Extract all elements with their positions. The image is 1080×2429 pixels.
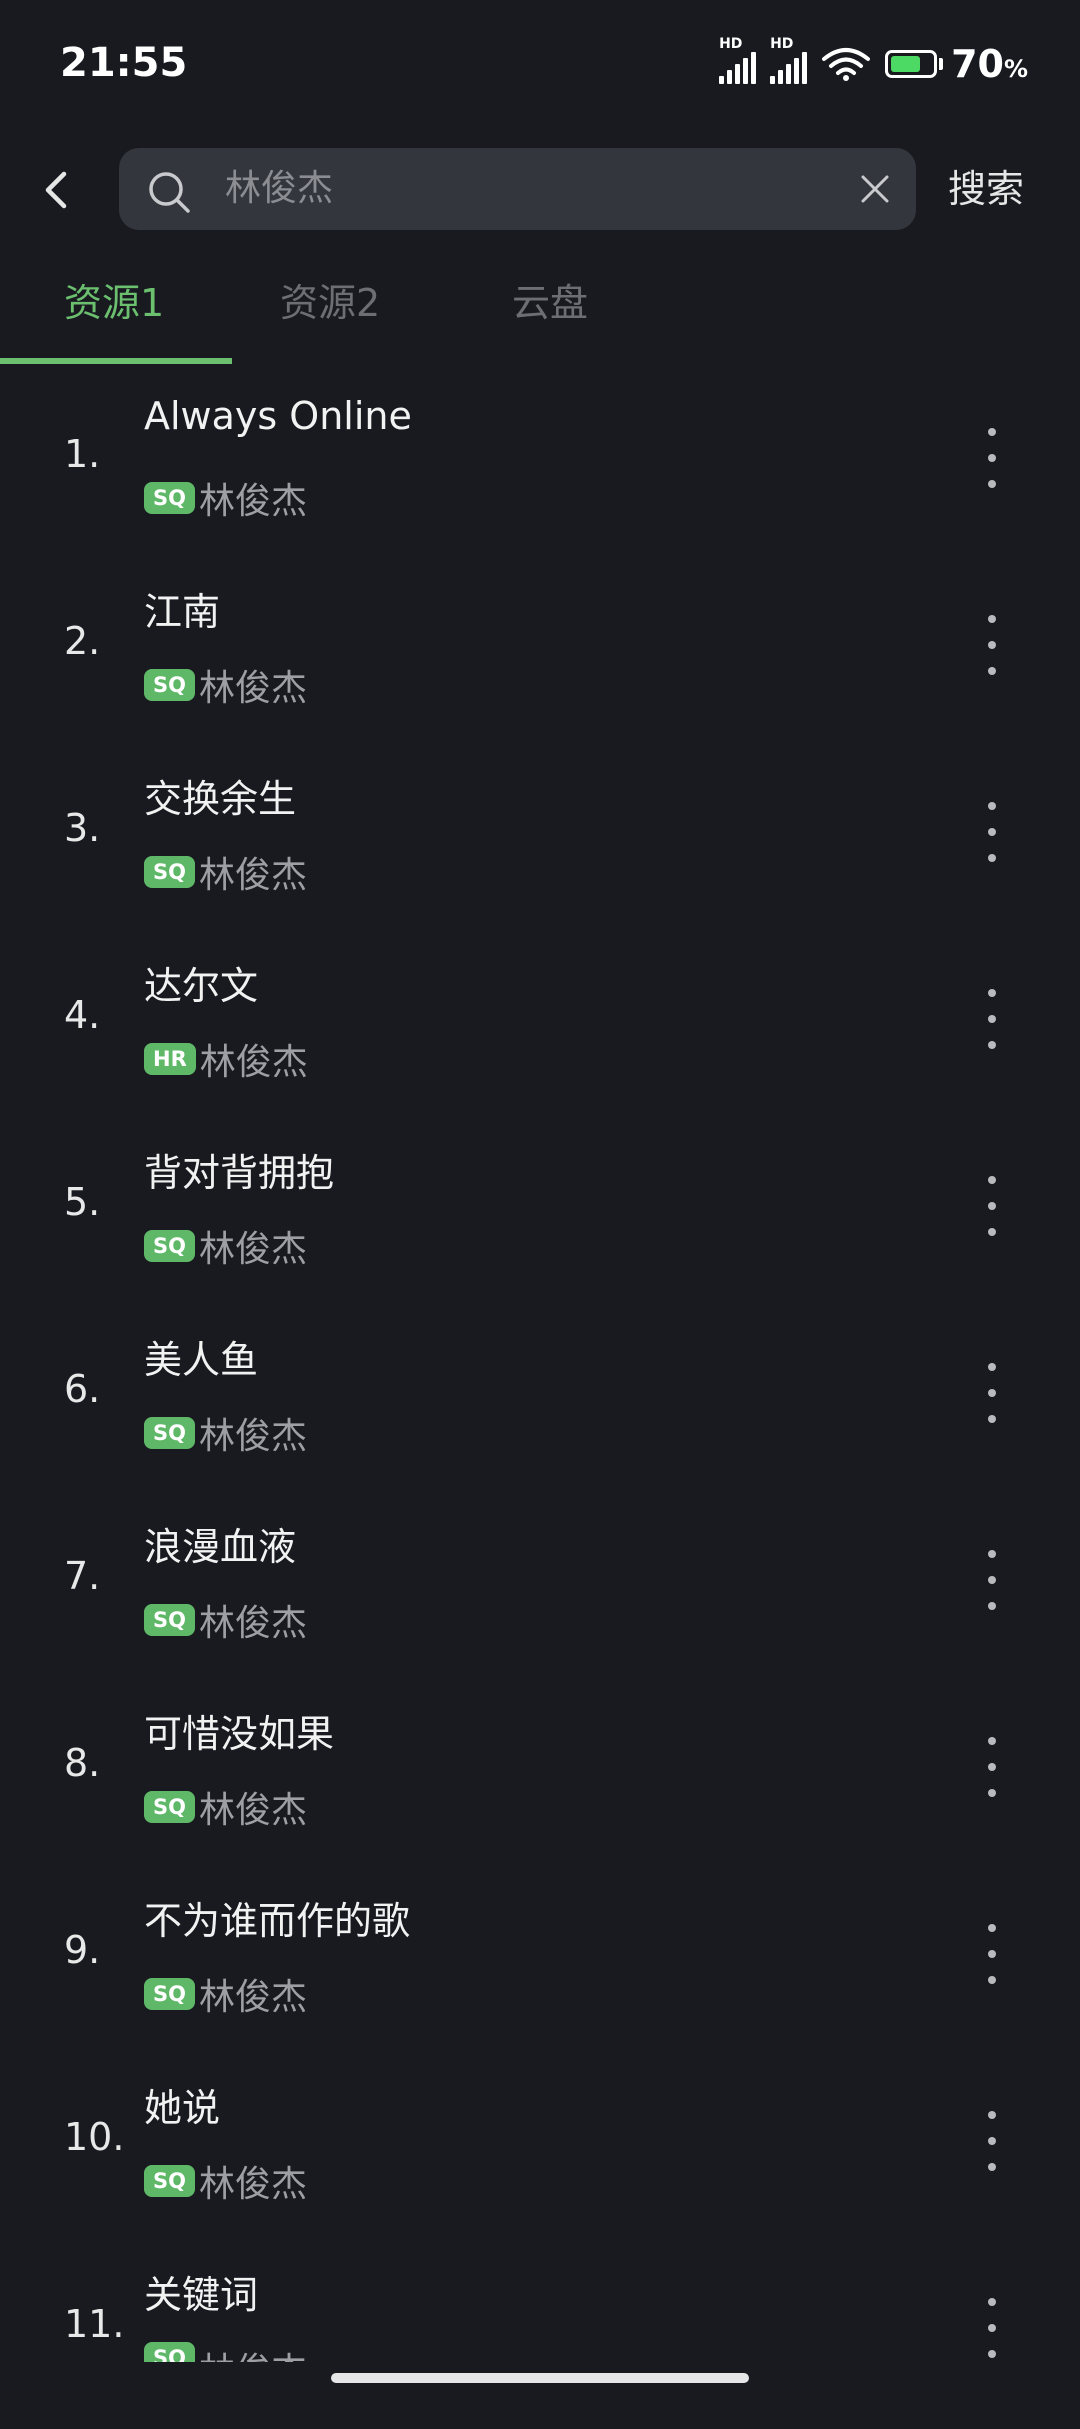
song-title: 她说 (144, 2086, 221, 2130)
quality-badge: SQ (144, 1604, 195, 1636)
more-options-icon[interactable] (980, 1176, 1004, 1236)
more-options-icon[interactable] (980, 989, 1004, 1049)
battery-unit: % (1003, 55, 1028, 83)
song-index: 4. (64, 993, 101, 1037)
status-bar: 21:55 HD HD 70% (0, 0, 1080, 130)
cellular-signal-icon-2: HD (770, 36, 808, 84)
quality-badge: SQ (144, 2165, 195, 2197)
quality-badge: SQ (144, 482, 195, 514)
song-index: 7. (64, 1554, 101, 1598)
hd-label-2: HD (770, 36, 794, 52)
song-index: 5. (64, 1180, 101, 1224)
song-list: 1. Always Online SQ 林俊杰 2. 江南 SQ 林俊杰 3. 交换… (0, 372, 1080, 2429)
search-button[interactable]: 搜索 (948, 148, 1024, 230)
quality-badge: SQ (144, 2342, 195, 2362)
search-bar: 林俊杰 搜索 (0, 148, 1080, 230)
song-title: 交换余生 (144, 777, 297, 821)
song-index: 9. (64, 1928, 101, 1972)
more-options-icon[interactable] (980, 1550, 1004, 1610)
hd-label: HD (719, 36, 743, 52)
song-artist: 林俊杰 (198, 1603, 307, 1644)
song-row[interactable]: 11. 关键词 SQ林俊杰 (0, 2242, 1080, 2429)
home-indicator[interactable] (331, 2373, 749, 2383)
song-index: 8. (64, 1741, 101, 1785)
song-row[interactable]: 9. 不为谁而作的歌 SQ 林俊杰 (0, 1868, 1080, 2055)
cellular-signal-icon: HD (719, 36, 757, 84)
tab-source-2[interactable]: 资源2 (280, 272, 380, 327)
song-artist: 林俊杰 (198, 668, 307, 709)
song-row[interactable]: 3. 交换余生 SQ 林俊杰 (0, 746, 1080, 933)
song-index: 3. (64, 806, 101, 850)
song-index: 10. (64, 2115, 125, 2159)
song-artist: 林俊杰 (199, 2342, 307, 2362)
song-artist: 林俊杰 (198, 2164, 307, 2205)
song-artist: 林俊杰 (198, 1416, 307, 1457)
tab-source-1[interactable]: 资源1 (64, 272, 164, 327)
song-title: 可惜没如果 (144, 1712, 335, 1756)
song-row[interactable]: 10. 她说 SQ 林俊杰 (0, 2055, 1080, 2242)
tab-cloud[interactable]: 云盘 (512, 272, 588, 327)
song-row[interactable]: 2. 江南 SQ 林俊杰 (0, 559, 1080, 746)
quality-badge: SQ (144, 1230, 195, 1262)
battery-percent: 70 (951, 42, 1004, 86)
more-options-icon[interactable] (980, 2298, 1004, 2358)
clear-icon[interactable] (856, 170, 894, 208)
song-index: 2. (64, 619, 101, 663)
status-icons: HD HD 70% (719, 36, 1028, 86)
song-row[interactable]: 7. 浪漫血液 SQ 林俊杰 (0, 1494, 1080, 1681)
song-title: 关键词 (144, 2273, 259, 2317)
more-options-icon[interactable] (980, 1737, 1004, 1797)
more-options-icon[interactable] (980, 2111, 1004, 2171)
more-options-icon[interactable] (980, 1924, 1004, 1984)
song-artist: 林俊杰 (198, 481, 307, 522)
quality-badge: SQ (144, 856, 195, 888)
song-artist: 林俊杰 (198, 855, 307, 896)
song-artist: 林俊杰 (198, 1790, 307, 1831)
wifi-icon (822, 48, 871, 81)
song-row[interactable]: 5. 背对背拥抱 SQ 林俊杰 (0, 1120, 1080, 1307)
search-field[interactable]: 林俊杰 (119, 148, 916, 230)
search-icon (149, 172, 190, 213)
quality-badge: SQ (144, 1978, 195, 2010)
quality-badge: SQ (144, 669, 195, 701)
quality-badge: SQ (144, 1417, 195, 1449)
search-input[interactable]: 林俊杰 (225, 148, 825, 230)
song-title: 美人鱼 (144, 1338, 259, 1382)
quality-badge: SQ (144, 1791, 195, 1823)
quality-badge: HR (144, 1043, 196, 1075)
song-row[interactable]: 1. Always Online SQ 林俊杰 (0, 372, 1080, 559)
tab-indicator (0, 358, 232, 364)
song-title: 背对背拥抱 (144, 1151, 335, 1195)
song-title: Always Online (144, 394, 412, 438)
more-options-icon[interactable] (980, 428, 1004, 488)
song-artist: 林俊杰 (198, 1977, 307, 2018)
more-options-icon[interactable] (980, 615, 1004, 675)
song-index: 1. (64, 432, 101, 476)
song-index: 11. (64, 2302, 125, 2346)
status-time: 21:55 (60, 40, 188, 86)
source-tabs: 资源1 资源2 云盘 (0, 262, 1080, 364)
song-artist: 林俊杰 (198, 1229, 307, 1270)
more-options-icon[interactable] (980, 802, 1004, 862)
song-row[interactable]: 6. 美人鱼 SQ 林俊杰 (0, 1307, 1080, 1494)
back-icon[interactable] (30, 162, 86, 218)
song-index: 6. (64, 1367, 101, 1411)
battery-icon: 70% (885, 42, 1028, 86)
song-title: 浪漫血液 (144, 1525, 297, 1569)
song-title: 达尔文 (144, 964, 259, 1008)
song-artist: 林俊杰 (199, 1042, 308, 1083)
more-options-icon[interactable] (980, 1363, 1004, 1423)
song-row[interactable]: 8. 可惜没如果 SQ 林俊杰 (0, 1681, 1080, 1868)
song-row[interactable]: 4. 达尔文 HR 林俊杰 (0, 933, 1080, 1120)
song-title: 江南 (144, 590, 221, 634)
song-title: 不为谁而作的歌 (144, 1899, 411, 1943)
